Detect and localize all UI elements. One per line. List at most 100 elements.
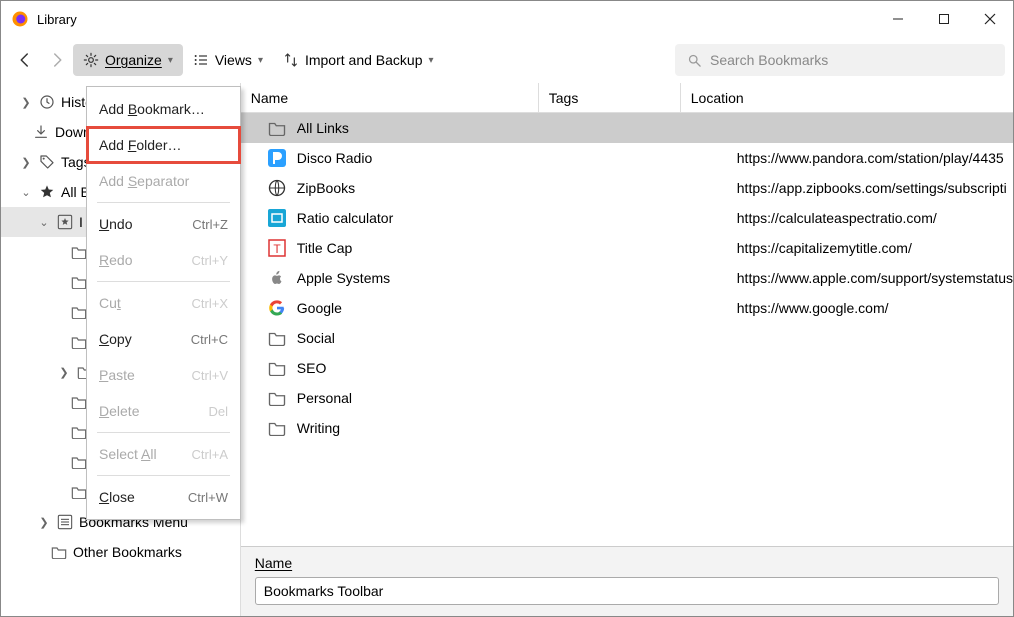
folder-icon bbox=[267, 418, 287, 438]
item-name: Apple Systems bbox=[297, 270, 677, 286]
folder-icon bbox=[71, 455, 87, 469]
menu-cut: CutCtrl+X bbox=[87, 285, 240, 321]
history-icon bbox=[39, 94, 55, 110]
col-tags[interactable]: Tags bbox=[539, 83, 681, 112]
col-location[interactable]: Location bbox=[681, 83, 1013, 112]
chevron-down-icon: ⌄ bbox=[19, 186, 33, 199]
list-item[interactable]: ZipBooks https://app.zipbooks.com/setting… bbox=[241, 173, 1013, 203]
chevron-right-icon: ❯ bbox=[57, 366, 71, 379]
menu-add-folder[interactable]: Add Folder… bbox=[87, 127, 240, 163]
item-name: Writing bbox=[297, 420, 677, 436]
list-item[interactable]: SEO bbox=[241, 353, 1013, 383]
menu-add-separator: Add Separator bbox=[87, 163, 240, 199]
star-icon bbox=[39, 184, 55, 200]
folder-icon bbox=[71, 275, 87, 289]
menu-redo: RedoCtrl+Y bbox=[87, 242, 240, 278]
views-label: Views bbox=[215, 52, 252, 68]
back-button[interactable] bbox=[9, 44, 41, 76]
toolbar: Organize ▾ Views ▾ Import and Backup ▾ S… bbox=[1, 37, 1013, 83]
details-pane: Name bbox=[241, 546, 1013, 616]
list-item[interactable]: Disco Radio https://www.pandora.com/stati… bbox=[241, 143, 1013, 173]
folder-icon bbox=[71, 425, 87, 439]
list-item[interactable]: Googlehttps://www.google.com/ bbox=[241, 293, 1013, 323]
list-item[interactable]: Social bbox=[241, 323, 1013, 353]
titlebar: Library bbox=[1, 1, 1013, 37]
maximize-button[interactable] bbox=[921, 1, 967, 37]
list-item[interactable]: Ratio calculator https://calculateaspectr… bbox=[241, 203, 1013, 233]
menu-copy[interactable]: CopyCtrl+C bbox=[87, 321, 240, 357]
item-name: Social bbox=[297, 330, 677, 346]
pandora-icon bbox=[267, 148, 287, 168]
item-name: SEO bbox=[297, 360, 677, 376]
list-item[interactable]: Writing bbox=[241, 413, 1013, 443]
bookmark-list[interactable]: All Links Disco Radio https://www.pandora.… bbox=[241, 113, 1013, 546]
list-item[interactable]: Personal bbox=[241, 383, 1013, 413]
list-icon bbox=[193, 52, 209, 68]
import-backup-button[interactable]: Import and Backup ▾ bbox=[273, 44, 444, 76]
item-name: Title Cap bbox=[297, 240, 677, 256]
folder-icon bbox=[51, 545, 67, 559]
folder-icon bbox=[267, 328, 287, 348]
item-location: https://www.google.com/ bbox=[737, 300, 889, 316]
import-export-icon bbox=[283, 52, 299, 68]
menu-undo[interactable]: UndoCtrl+Z bbox=[87, 206, 240, 242]
menu-select-all: Select AllCtrl+A bbox=[87, 436, 240, 472]
menu-close[interactable]: CloseCtrl+W bbox=[87, 479, 240, 515]
caret-down-icon: ▾ bbox=[428, 55, 433, 66]
sidebar-item-label: I bbox=[79, 214, 83, 230]
chevron-right-icon: ❯ bbox=[19, 96, 33, 109]
item-location: https://capitalizemytitle.com/ bbox=[737, 240, 912, 256]
menu-delete: DeleteDel bbox=[87, 393, 240, 429]
item-location: https://app.zipbooks.com/settings/subscr… bbox=[737, 180, 1007, 196]
gear-icon bbox=[83, 52, 99, 68]
item-location: https://www.apple.com/support/systemstat… bbox=[737, 270, 1013, 286]
item-location: https://www.pandora.com/station/play/443… bbox=[737, 150, 1004, 166]
item-name: Personal bbox=[297, 390, 677, 406]
search-placeholder: Search Bookmarks bbox=[710, 52, 828, 68]
bookmarks-menu-icon bbox=[57, 514, 73, 530]
window-title: Library bbox=[37, 12, 875, 27]
titlecap-icon: T bbox=[267, 238, 287, 258]
zipbooks-icon bbox=[267, 178, 287, 198]
detail-name-input[interactable] bbox=[255, 577, 999, 605]
detail-name-label: Name bbox=[255, 555, 292, 571]
item-name: Disco Radio bbox=[297, 150, 677, 166]
sidebar-item-label: Other Bookmarks bbox=[73, 544, 182, 560]
folder-icon bbox=[71, 395, 87, 409]
close-button[interactable] bbox=[967, 1, 1013, 37]
apple-icon bbox=[267, 268, 287, 288]
chevron-right-icon: ❯ bbox=[19, 156, 33, 169]
ratio-icon bbox=[267, 208, 287, 228]
folder-icon bbox=[71, 305, 87, 319]
folder-icon bbox=[267, 358, 287, 378]
chevron-right-icon: ❯ bbox=[37, 516, 51, 529]
forward-button[interactable] bbox=[41, 44, 73, 76]
item-name: ZipBooks bbox=[297, 180, 677, 196]
folder-icon bbox=[71, 335, 87, 349]
download-icon bbox=[33, 124, 49, 140]
google-icon bbox=[267, 298, 287, 318]
search-bookmarks-input[interactable]: Search Bookmarks bbox=[675, 44, 1005, 76]
list-item[interactable]: All Links bbox=[241, 113, 1013, 143]
folder-icon bbox=[71, 485, 87, 499]
folder-icon bbox=[267, 118, 287, 138]
menu-add-bookmark[interactable]: Add Bookmark… bbox=[87, 91, 240, 127]
sidebar-item-other-bookmarks[interactable]: Other Bookmarks bbox=[1, 537, 240, 567]
list-item[interactable]: Apple Systems https://www.apple.com/suppo… bbox=[241, 263, 1013, 293]
caret-down-icon: ▾ bbox=[258, 55, 263, 66]
menu-paste: PasteCtrl+V bbox=[87, 357, 240, 393]
folder-icon bbox=[71, 245, 87, 259]
col-name[interactable]: Name bbox=[241, 83, 539, 112]
item-location: https://calculateaspectratio.com/ bbox=[737, 210, 937, 226]
chevron-down-icon: ⌄ bbox=[37, 216, 51, 229]
firefox-logo-icon bbox=[11, 10, 29, 28]
views-button[interactable]: Views ▾ bbox=[183, 44, 273, 76]
import-backup-label: Import and Backup bbox=[305, 52, 423, 68]
list-item[interactable]: T Title Cap https://capitalizemytitle.com/ bbox=[241, 233, 1013, 263]
organize-menu: Add Bookmark… Add Folder… Add Separator … bbox=[86, 86, 241, 520]
item-name: Ratio calculator bbox=[297, 210, 677, 226]
organize-label: Organize bbox=[105, 52, 162, 68]
star-box-icon bbox=[57, 214, 73, 230]
organize-button[interactable]: Organize ▾ bbox=[73, 44, 183, 76]
minimize-button[interactable] bbox=[875, 1, 921, 37]
